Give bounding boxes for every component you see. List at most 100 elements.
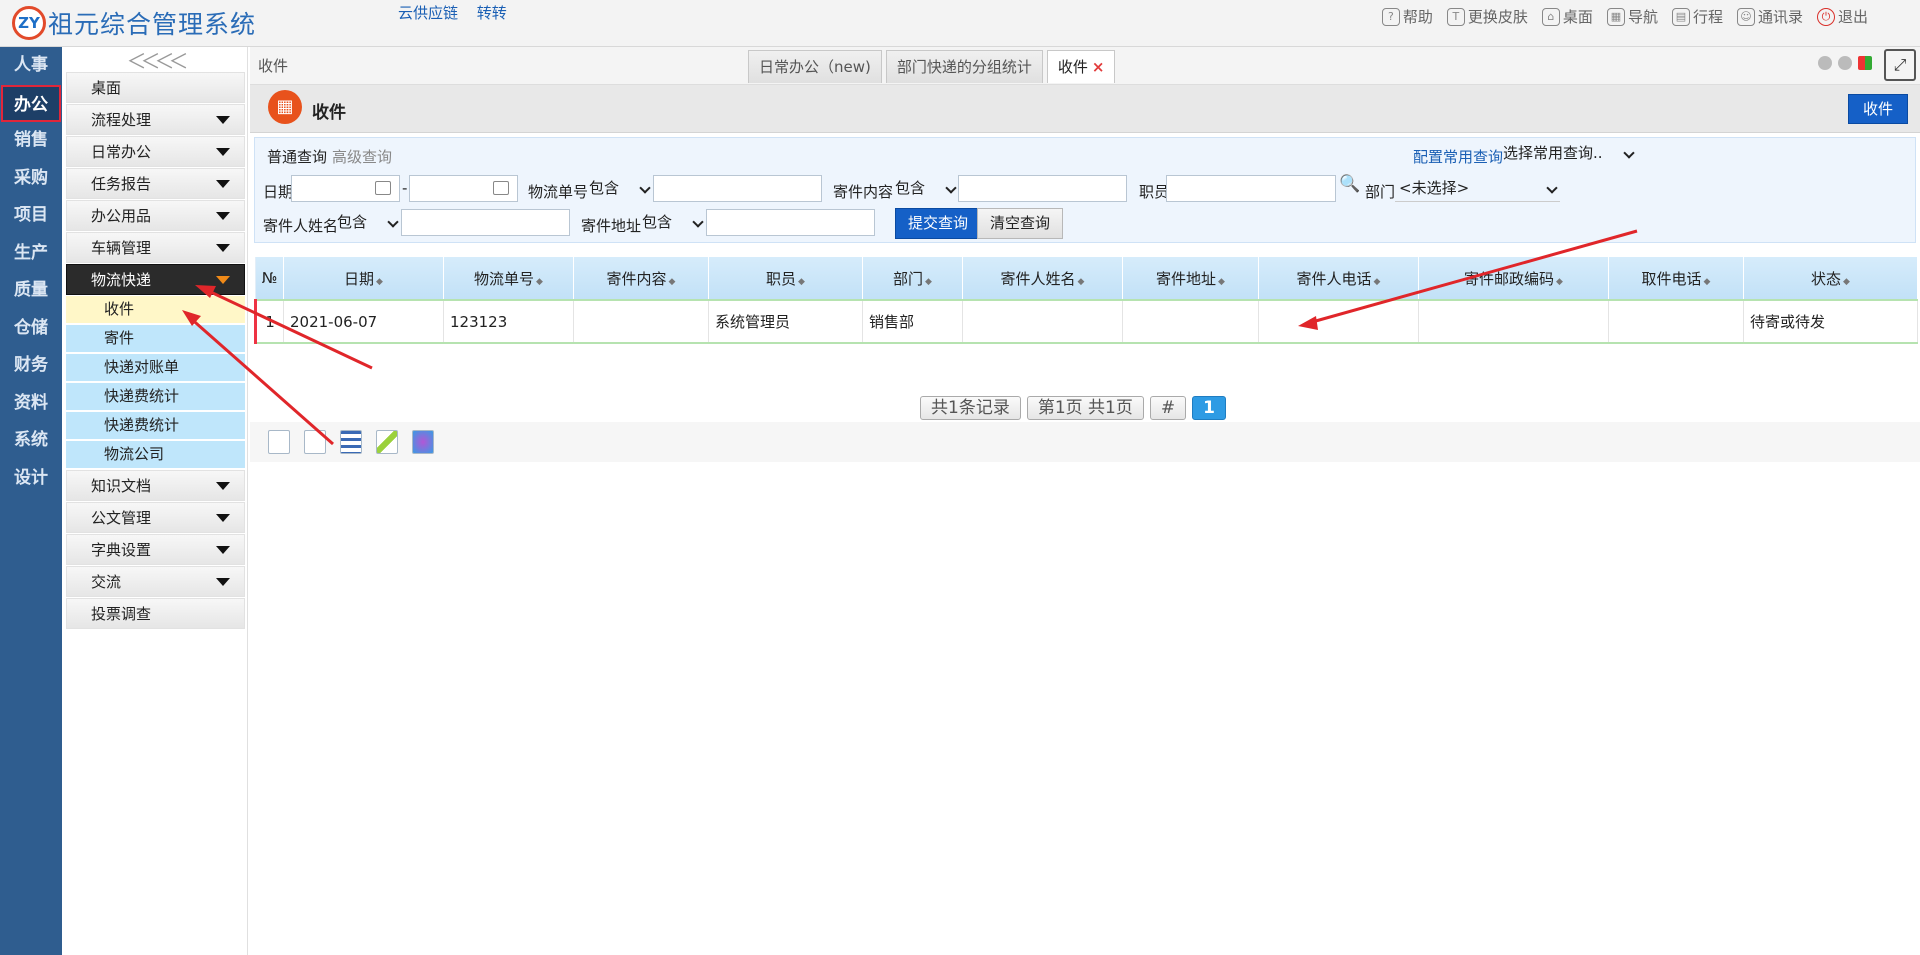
settings-icon[interactable] <box>412 430 434 454</box>
submenu-send[interactable]: 寄件 <box>66 325 245 352</box>
tab-daily-office[interactable]: 日常办公（new) <box>748 50 882 83</box>
edit-icon[interactable] <box>376 430 398 454</box>
nav-design[interactable]: 设计 <box>0 460 62 498</box>
col-label: 寄件邮政编码 <box>1464 269 1555 288</box>
pager-hash[interactable]: # <box>1149 396 1187 420</box>
submenu-fee-stats[interactable]: 快递费统计 <box>66 383 245 410</box>
col-sender-address[interactable]: 寄件地址 ◆ <box>1122 257 1259 300</box>
config-common-query-link[interactable]: 配置常用查询 <box>1413 146 1503 167</box>
menu-workflow[interactable]: 流程处理 <box>66 104 245 135</box>
col-content[interactable]: 寄件内容 ◆ <box>573 257 709 300</box>
col-pickup-phone[interactable]: 取件电话 ◆ <box>1608 257 1744 300</box>
nav-quality[interactable]: 质量 <box>0 272 62 310</box>
date-from-input[interactable] <box>291 175 400 202</box>
caret-down-icon <box>216 513 230 522</box>
table-icon[interactable] <box>340 430 362 454</box>
nav-office[interactable]: 办公 <box>1 84 61 122</box>
new-document-icon[interactable] <box>304 430 326 454</box>
staff-input[interactable] <box>1166 175 1336 202</box>
receive-button[interactable]: 收件 <box>1847 94 1908 124</box>
schedule-link[interactable]: ▤ 行程 <box>1671 6 1723 27</box>
submenu-fee-stats-2[interactable]: 快递费统计 <box>66 412 245 439</box>
submenu-statement[interactable]: 快递对账单 <box>66 354 245 381</box>
tab-normal-query[interactable]: 普通查询 <box>267 146 327 167</box>
close-icon[interactable]: × <box>1092 58 1105 76</box>
menu-task-report[interactable]: 任务报告 <box>66 168 245 199</box>
link-zhuanzhuan[interactable]: 转转 <box>477 4 507 22</box>
contacts-link[interactable]: ☺ 通讯录 <box>1736 6 1803 27</box>
date-to-input[interactable] <box>409 175 518 202</box>
nav-hr[interactable]: 人事 <box>0 47 62 85</box>
select-all-icon[interactable] <box>268 430 290 454</box>
menu-label: 桌面 <box>91 79 122 97</box>
col-tracking-no[interactable]: 物流单号 ◆ <box>443 257 574 300</box>
col-status[interactable]: 状态 ◆ <box>1743 257 1918 300</box>
sender-address-op-value: 包含 <box>642 213 673 231</box>
menu-label: 交流 <box>91 573 122 591</box>
sender-name-op-select[interactable]: 包含 <box>333 209 401 236</box>
tab-list-icon[interactable] <box>1858 56 1872 70</box>
link-cloud-supply-chain[interactable]: 云供应链 <box>398 4 458 22</box>
fullscreen-button[interactable]: ⤢ <box>1884 49 1916 81</box>
navigation-link[interactable]: ▦ 导航 <box>1606 6 1658 27</box>
desktop-link[interactable]: ⌂ 桌面 <box>1541 6 1593 27</box>
prev-tab-icon[interactable] <box>1818 56 1832 70</box>
menu-vehicles[interactable]: 车辆管理 <box>66 232 245 263</box>
submit-query-button[interactable]: 提交查询 <box>895 208 982 239</box>
menu-vote[interactable]: 投票调查 <box>66 598 245 629</box>
app-logo[interactable]: ZY 祖元综合管理系统 <box>12 6 256 40</box>
col-sender-name[interactable]: 寄件人姓名 ◆ <box>962 257 1123 300</box>
tracking-no-op-select[interactable]: 包含 <box>585 175 653 202</box>
col-staff[interactable]: 职员 ◆ <box>708 257 863 300</box>
table-row[interactable]: 1 2021-06-07 123123 系统管理员 销售部 待寄或待发 <box>254 299 1918 344</box>
calendar-icon[interactable] <box>493 181 509 195</box>
sender-address-input[interactable] <box>706 209 875 236</box>
col-sender-phone[interactable]: 寄件人电话 ◆ <box>1258 257 1419 300</box>
tab-receive[interactable]: 收件 × <box>1046 50 1116 83</box>
col-no[interactable]: № <box>255 257 284 300</box>
nav-production[interactable]: 生产 <box>0 235 62 273</box>
submenu-logistics-company[interactable]: 物流公司 <box>66 441 245 468</box>
tracking-no-input[interactable] <box>653 175 822 202</box>
search-icon[interactable]: 🔍 <box>1339 174 1360 194</box>
menu-dictionary[interactable]: 字典设置 <box>66 534 245 565</box>
clear-query-button[interactable]: 清空查询 <box>977 208 1064 239</box>
logout-link[interactable]: ⏻ 退出 <box>1816 6 1868 27</box>
nav-project[interactable]: 项目 <box>0 197 62 235</box>
tab-advanced-query[interactable]: 高级查询 <box>332 146 392 167</box>
menu-office-supplies[interactable]: 办公用品 <box>66 200 245 231</box>
nav-warehouse[interactable]: 仓储 <box>0 310 62 348</box>
content-op-value: 包含 <box>895 179 926 197</box>
content-op-select[interactable]: 包含 <box>891 175 959 202</box>
next-tab-icon[interactable] <box>1838 56 1852 70</box>
menu-knowledge-docs[interactable]: 知识文档 <box>66 470 245 501</box>
menu-official-docs[interactable]: 公文管理 <box>66 502 245 533</box>
nav-finance[interactable]: 财务 <box>0 347 62 385</box>
dept-select[interactable]: <未选择> <box>1395 175 1560 202</box>
sidebar-collapse-button[interactable]: ＜＜＜＜ <box>62 47 247 73</box>
menu-communication[interactable]: 交流 <box>66 566 245 597</box>
tab-dept-express-stats[interactable]: 部门快递的分组统计 <box>885 50 1043 83</box>
col-sender-postcode[interactable]: 寄件邮政编码 ◆ <box>1418 257 1609 300</box>
content-input[interactable] <box>958 175 1127 202</box>
menu-daily-office[interactable]: 日常办公 <box>66 136 245 167</box>
cell-sender-address <box>1122 299 1259 344</box>
common-query-select[interactable]: 选择常用查询.. <box>1499 140 1637 167</box>
menu-desktop[interactable]: 桌面 <box>66 72 245 103</box>
help-link[interactable]: ? 帮助 <box>1381 6 1433 27</box>
calendar-icon[interactable] <box>375 181 391 195</box>
cell-sender-postcode <box>1418 299 1609 344</box>
nav-system[interactable]: 系统 <box>0 422 62 460</box>
caret-down-icon <box>216 147 230 156</box>
nav-sales[interactable]: 销售 <box>0 122 62 160</box>
col-date[interactable]: 日期 ◆ <box>283 257 444 300</box>
nav-purchase[interactable]: 采购 <box>0 160 62 198</box>
pager-page-1[interactable]: 1 <box>1192 396 1226 420</box>
submenu-receive[interactable]: 收件 <box>66 296 245 323</box>
menu-logistics[interactable]: 物流快递 <box>66 264 245 295</box>
nav-data[interactable]: 资料 <box>0 385 62 423</box>
sender-name-input[interactable] <box>401 209 570 236</box>
sender-address-op-select[interactable]: 包含 <box>638 209 706 236</box>
change-skin-link[interactable]: T 更换皮肤 <box>1446 6 1528 27</box>
col-dept[interactable]: 部门 ◆ <box>862 257 963 300</box>
